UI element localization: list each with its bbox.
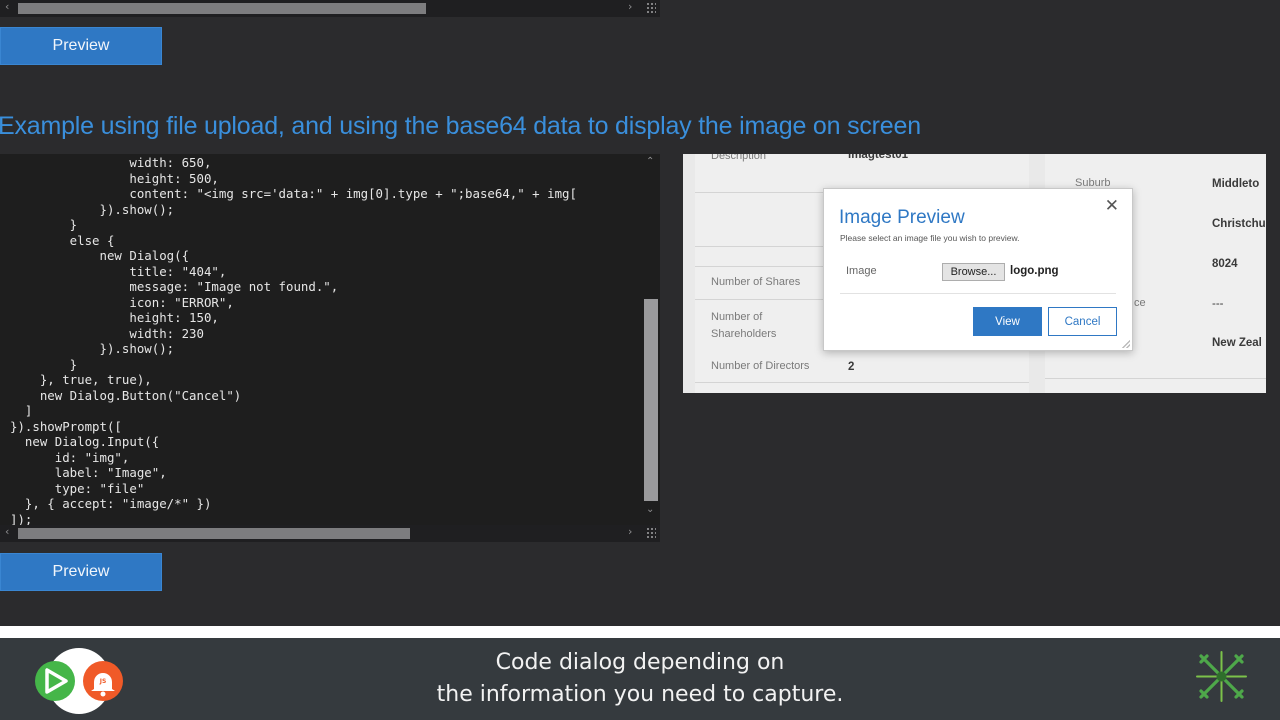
postcode-value: 8024 (1212, 258, 1238, 270)
city-value: Christchu (1212, 218, 1266, 230)
code-editor[interactable]: width: 650, height: 500, content: "<img … (0, 154, 660, 526)
scrollbar-thumb[interactable] (18, 3, 426, 14)
view-button[interactable]: View (973, 307, 1042, 336)
code-vertical-scrollbar[interactable]: ⌃ ⌄ (642, 154, 660, 526)
code-line: message: "Image not found.", (10, 279, 339, 294)
row-divider (695, 382, 1029, 383)
description-label: Description (711, 154, 767, 162)
directors-value: 2 (848, 361, 855, 373)
directors-label: Number of Directors (711, 360, 810, 372)
code-line: label: "Image", (10, 465, 167, 480)
shareholders-label: Number of Shareholders (711, 311, 777, 340)
code-line: }).show(); (10, 341, 175, 356)
resize-grip-icon[interactable] (646, 2, 656, 14)
code-line: icon: "ERROR", (10, 294, 234, 310)
code-line: height: 500, (10, 170, 219, 186)
code-line: ] (10, 403, 33, 418)
code-line: new Dialog.Input({ (10, 434, 160, 449)
section-heading: Example using file upload, and using the… (0, 112, 921, 140)
province-label: ce (1134, 297, 1146, 309)
code-line: }, { accept: "image/*" }) (10, 496, 212, 511)
code-line: }).show(); (10, 201, 175, 217)
dialog-resize-grip-icon[interactable] (1122, 340, 1130, 348)
caption-divider (0, 626, 1280, 638)
cancel-button[interactable]: Cancel (1048, 307, 1117, 336)
code-line: new Dialog.Button("Cancel") (10, 387, 242, 403)
code-line: content: "<img src='data:" + img[0].type… (10, 186, 577, 201)
scroll-right-icon[interactable]: › (628, 525, 632, 538)
dialog-message: Please select an image file you wish to … (840, 233, 1020, 243)
asterisk-x-logo-icon (1196, 651, 1247, 702)
selected-file-name: logo.png (1010, 265, 1059, 277)
country-value: New Zeal (1212, 337, 1262, 349)
code-line: } (10, 217, 78, 232)
scroll-down-icon[interactable]: ⌄ (646, 504, 654, 515)
bell-clapper (100, 691, 106, 697)
code-line: }, true, true), (10, 372, 152, 387)
code-horizontal-scrollbar[interactable]: ‹ › (0, 525, 660, 542)
caption-line-1: Code dialog depending on (495, 650, 785, 675)
vertical-scrollbar-thumb[interactable] (644, 299, 658, 501)
code-line: title: "404", (10, 263, 227, 279)
scroll-up-icon[interactable]: ⌃ (646, 156, 654, 167)
image-preview-dialog: Image Preview Please select an image fil… (823, 188, 1133, 351)
province-value: --- (1212, 298, 1224, 310)
code-line: }).showPrompt([ (10, 418, 122, 434)
close-icon[interactable]: ✕ (1105, 198, 1119, 215)
code-line: type: "file" (10, 480, 145, 496)
resize-grip-icon[interactable] (646, 527, 656, 539)
dialog-title: Image Preview (839, 207, 965, 228)
dialog-divider (840, 293, 1116, 294)
browse-button[interactable]: Browse... (942, 263, 1005, 281)
code-line: else { (10, 232, 115, 248)
image-field-label: Image (846, 265, 877, 277)
code-line: } (10, 356, 78, 372)
code-line: width: 650, (10, 155, 212, 170)
scrollbar-thumb[interactable] (18, 528, 410, 539)
code-text[interactable]: width: 650, height: 500, content: "<img … (10, 155, 577, 526)
logo-green-circle (35, 661, 75, 701)
code-line: height: 150, (10, 310, 219, 325)
js-badge-text: JS (99, 678, 107, 685)
code-line: new Dialog({ (10, 248, 190, 263)
dataverse-js-logo-icon: JS (35, 648, 123, 714)
top-horizontal-scrollbar[interactable]: ‹ › (0, 0, 660, 17)
code-line: ]); (10, 511, 33, 527)
code-line: width: 230 (10, 325, 204, 341)
suburb-value: Middleto (1212, 178, 1260, 190)
scroll-left-icon[interactable]: ‹ (5, 0, 9, 13)
logo-center (1216, 671, 1227, 682)
shares-label: Number of Shares (711, 276, 801, 288)
preview-button-bottom[interactable]: Preview (0, 553, 162, 591)
scroll-left-icon[interactable]: ‹ (5, 525, 9, 538)
caption-line-2: the information you need to capture. (436, 682, 844, 707)
scroll-right-icon[interactable]: › (628, 0, 632, 13)
code-line: id: "img", (10, 449, 130, 465)
description-value: imagtest01 (848, 154, 909, 161)
preview-button-top[interactable]: Preview (0, 27, 162, 65)
row-divider (1045, 378, 1266, 379)
